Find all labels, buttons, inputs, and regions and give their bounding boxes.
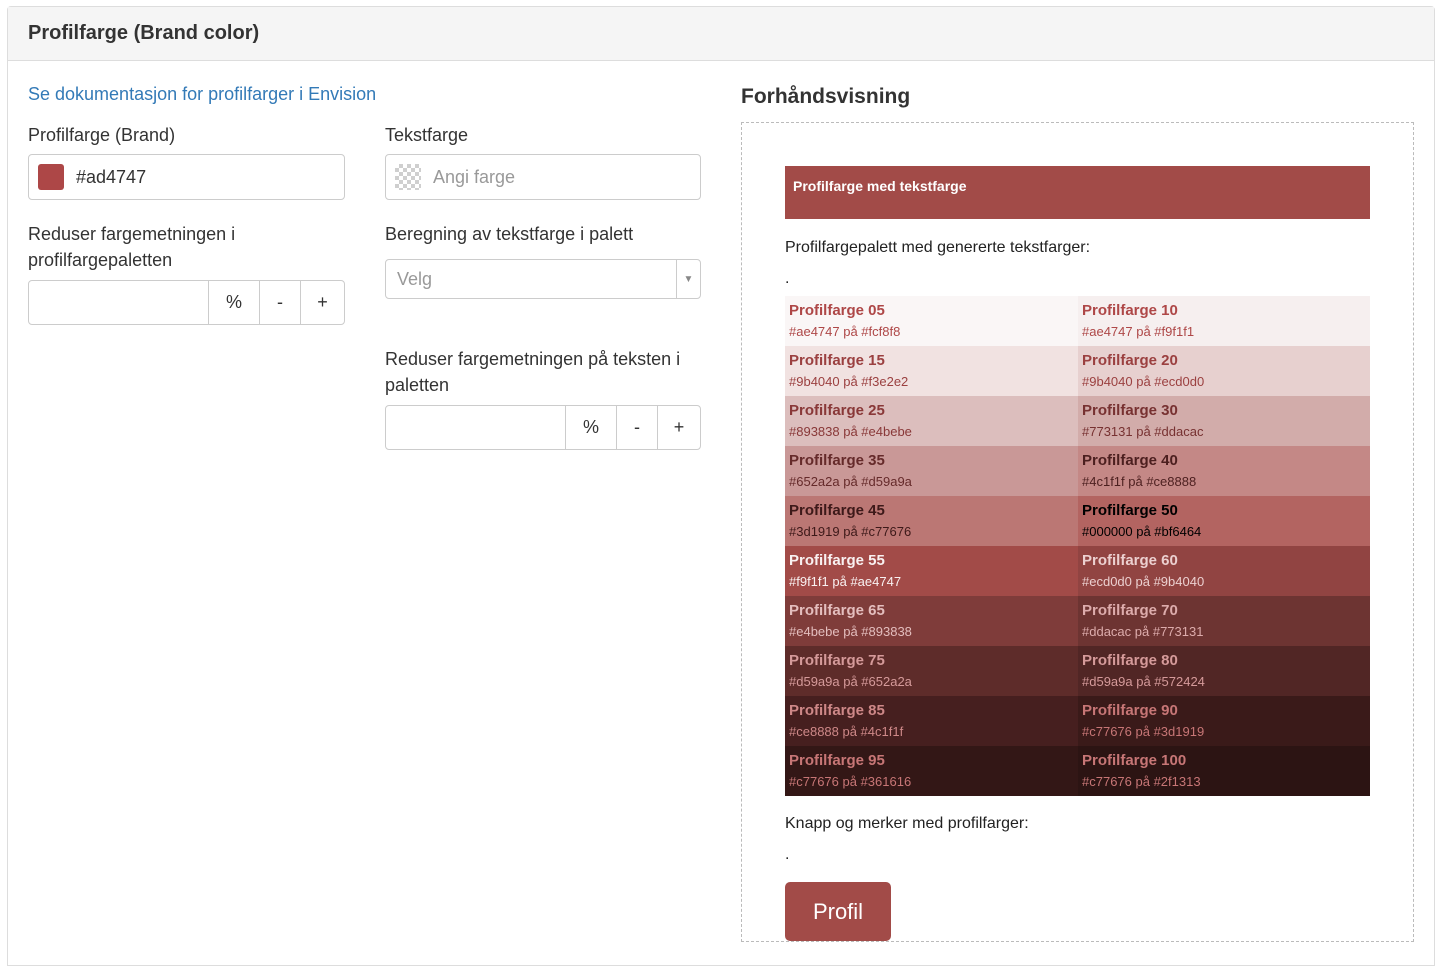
brand-bar-text: Profilfarge med tekstfarge <box>793 178 967 194</box>
palette-grid: Profilfarge 05 #ae4747 på #fcf8f8 Profilfa… <box>785 296 1370 796</box>
reduce-text-input[interactable] <box>386 406 566 449</box>
palette-swatch-name: Profilfarge 80 <box>1082 652 1178 669</box>
palette-swatch: Profilfarge 60 #ecd0d0 på #9b4040 <box>1078 546 1370 596</box>
reduce-palette-label-line1: Reduser fargemetningen i <box>28 224 236 244</box>
palette-swatch-code: #d59a9a på #572424 <box>1082 674 1205 689</box>
palette-swatch-code: #c77676 på #361616 <box>789 774 912 789</box>
palette-swatch-name: Profilfarge 20 <box>1082 352 1178 369</box>
palette-swatch-name: Profilfarge 100 <box>1082 752 1187 769</box>
palette-swatch-name: Profilfarge 30 <box>1082 402 1178 419</box>
palette-swatch-name: Profilfarge 65 <box>789 602 885 619</box>
palette-swatch-name: Profilfarge 50 <box>1082 502 1178 519</box>
documentation-link[interactable]: Se dokumentasjon for profilfarger i Envi… <box>28 84 376 105</box>
reduce-palette-input[interactable] <box>29 281 209 324</box>
palette-swatch-code: #000000 på #bf6464 <box>1082 524 1202 539</box>
palette-swatch: Profilfarge 15 #9b4040 på #f3e2e2 <box>785 346 1078 396</box>
palette-swatch: Profilfarge 10 #ae4747 på #f9f1f1 <box>1078 296 1370 346</box>
brand-color-input[interactable]: #ad4747 <box>28 154 345 200</box>
palette-swatch: Profilfarge 90 #c77676 på #3d1919 <box>1078 696 1370 746</box>
palette-swatch-name: Profilfarge 15 <box>789 352 885 369</box>
reduce-text-label-line2: paletten <box>385 375 450 395</box>
separator-dot: . <box>785 270 790 287</box>
palette-swatch: Profilfarge 35 #652a2a på #d59a9a <box>785 446 1078 496</box>
palette-swatch: Profilfarge 65 #e4bebe på #893838 <box>785 596 1078 646</box>
palette-swatch-code: #773131 på #ddacac <box>1082 424 1204 439</box>
palette-swatch-name: Profilfarge 85 <box>789 702 885 719</box>
dropdown-arrow-icon[interactable]: ▼ <box>676 260 700 298</box>
palette-swatch: Profilfarge 55 #f9f1f1 på #ae4747 <box>785 546 1078 596</box>
text-color-placeholder: Angi farge <box>433 166 516 187</box>
palette-swatch-name: Profilfarge 70 <box>1082 602 1178 619</box>
palette-swatch-code: #ecd0d0 på #9b4040 <box>1082 574 1205 589</box>
preview-title: Forhåndsvisning <box>741 85 911 108</box>
text-calc-label: Beregning av tekstfarge i palett <box>385 224 634 244</box>
percent-addon: % <box>209 281 260 324</box>
palette-swatch-code: #ae4747 på #f9f1f1 <box>1082 324 1195 339</box>
palette-swatch: Profilfarge 50 #000000 på #bf6464 <box>1078 496 1370 546</box>
palette-swatch-code: #ce8888 på #4c1f1f <box>789 724 904 739</box>
palette-swatch-code: #c77676 på #2f1313 <box>1082 774 1201 789</box>
decrease-button[interactable]: - <box>617 406 658 449</box>
palette-swatch: Profilfarge 100 #c77676 på #2f1313 <box>1078 746 1370 796</box>
palette-swatch-code: #893838 på #e4bebe <box>789 424 912 439</box>
buttons-label: Knapp og merker med profilfarger: <box>785 815 1029 832</box>
increase-button[interactable]: + <box>301 281 344 324</box>
reduce-text-stepper: % - + <box>385 405 701 450</box>
palette-swatch-name: Profilfarge 35 <box>789 452 885 469</box>
palette-swatch-name: Profilfarge 55 <box>789 552 885 569</box>
palette-swatch: Profilfarge 75 #d59a9a på #652a2a <box>785 646 1078 696</box>
palette-swatch: Profilfarge 80 #d59a9a på #572424 <box>1078 646 1370 696</box>
palette-swatch-name: Profilfarge 40 <box>1082 452 1178 469</box>
brand-color-label: Profilfarge (Brand) <box>28 125 176 145</box>
palette-swatch-name: Profilfarge 95 <box>789 752 885 769</box>
palette-swatch-code: #e4bebe på #893838 <box>789 624 912 639</box>
palette-swatch-name: Profilfarge 45 <box>789 502 885 519</box>
palette-swatch: Profilfarge 40 #4c1f1f på #ce8888 <box>1078 446 1370 496</box>
reduce-palette-label-line2: profilfargepaletten <box>28 250 173 270</box>
reduce-palette-stepper: % - + <box>28 280 345 325</box>
palette-swatch: Profilfarge 95 #c77676 på #361616 <box>785 746 1078 796</box>
reduce-palette-label: Reduser fargemetningen i profilfargepale… <box>28 221 235 273</box>
palette-swatch: Profilfarge 25 #893838 på #e4bebe <box>785 396 1078 446</box>
palette-swatch-code: #3d1919 på #c77676 <box>789 524 912 539</box>
brand-color-value: #ad4747 <box>76 166 147 187</box>
palette-swatch-code: #652a2a på #d59a9a <box>789 474 912 489</box>
transparent-swatch[interactable] <box>395 164 421 190</box>
percent-addon: % <box>566 406 617 449</box>
palette-swatch-code: #4c1f1f på #ce8888 <box>1082 474 1197 489</box>
palette-swatch: Profilfarge 20 #9b4040 på #ecd0d0 <box>1078 346 1370 396</box>
brand-color-swatch[interactable] <box>38 164 64 190</box>
increase-button[interactable]: + <box>658 406 700 449</box>
palette-swatch-code: #ddacac på #773131 <box>1082 624 1204 639</box>
separator-dot: . <box>785 846 790 863</box>
reduce-text-label: Reduser fargemetningen på teksten i pale… <box>385 346 680 398</box>
palette-swatch: Profilfarge 30 #773131 på #ddacac <box>1078 396 1370 446</box>
palette-swatch-name: Profilfarge 60 <box>1082 552 1178 569</box>
text-calc-select[interactable]: Velg ▼ <box>385 259 701 299</box>
palette-swatch: Profilfarge 85 #ce8888 på #4c1f1f <box>785 696 1078 746</box>
reduce-text-label-line1: Reduser fargemetningen på teksten i <box>385 349 681 369</box>
palette-swatch-name: Profilfarge 75 <box>789 652 885 669</box>
palette-swatch: Profilfarge 05 #ae4747 på #fcf8f8 <box>785 296 1078 346</box>
palette-swatch-code: #9b4040 på #ecd0d0 <box>1082 374 1205 389</box>
palette-swatch-code: #f9f1f1 på #ae4747 <box>789 574 902 589</box>
palette-swatch-code: #9b4040 på #f3e2e2 <box>789 374 909 389</box>
profile-button[interactable]: Profil <box>785 882 891 941</box>
palette-swatch-name: Profilfarge 10 <box>1082 302 1178 319</box>
palette-swatch-name: Profilfarge 90 <box>1082 702 1178 719</box>
panel-title: Profilfarge (Brand color) <box>8 7 1434 61</box>
text-color-input[interactable]: Angi farge <box>385 154 701 200</box>
palette-swatch: Profilfarge 45 #3d1919 på #c77676 <box>785 496 1078 546</box>
palette-swatch-name: Profilfarge 05 <box>789 302 885 319</box>
palette-swatch-code: #d59a9a på #652a2a <box>789 674 912 689</box>
palette-swatch-code: #c77676 på #3d1919 <box>1082 724 1205 739</box>
text-color-label: Tekstfarge <box>385 125 469 145</box>
brand-bar: Profilfarge med tekstfarge <box>785 166 1370 219</box>
palette-swatch: Profilfarge 70 #ddacac på #773131 <box>1078 596 1370 646</box>
palette-swatch-name: Profilfarge 25 <box>789 402 885 419</box>
decrease-button[interactable]: - <box>260 281 301 324</box>
text-calc-placeholder: Velg <box>397 268 433 289</box>
palette-swatch-code: #ae4747 på #fcf8f8 <box>789 324 901 339</box>
palette-label: Profilfargepalett med genererte tekstfar… <box>785 239 1091 256</box>
